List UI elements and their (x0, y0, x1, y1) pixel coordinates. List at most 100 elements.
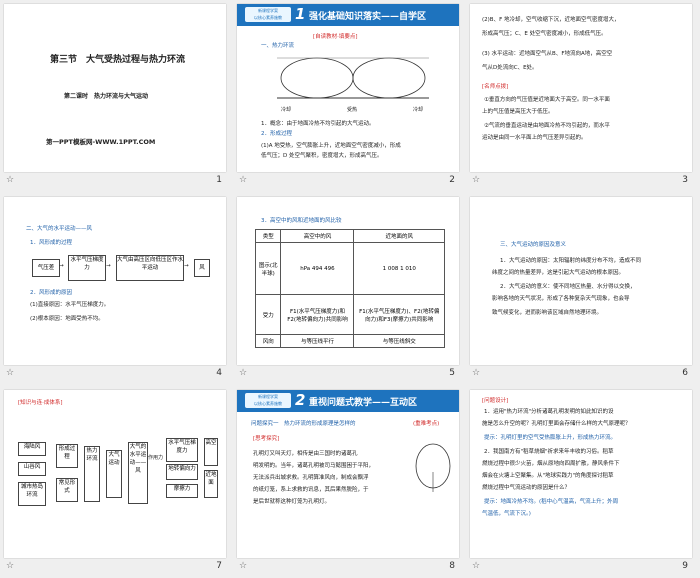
flow-box: 气压差 (32, 259, 60, 277)
section-tag: [知识与连·成体系] (18, 400, 63, 406)
content-line: 孔明灯又叫天灯，相传是由三国时的诸葛孔 (253, 451, 358, 457)
concept-box: 水平气压梯度力 (166, 438, 198, 462)
content-line: 燃烧过程中很少火苗，烟从原地向四周扩散，静风条件下 (482, 461, 620, 467)
content-line: 低气压；D 处空气聚积，密度增大，形成高气压。 (261, 153, 383, 159)
slide-number: 7 (216, 561, 222, 571)
slide-canvas: 新课程学案 以核心素养施教 1 强化基础知识落实——自学区 [自读教材·填要点] … (237, 4, 459, 172)
slide-thumb-6[interactable]: 三、大气运动的原因及意义 1．大气运动的原因：太阳辐射的纬度分布不均，造成不同 … (466, 193, 699, 385)
site-text: 第一PPT模板网-WWW.1PPT.COM (46, 138, 156, 146)
slide-thumb-3[interactable]: (2)B、F 地冷却，空气收缩下沉，近地面空气密度增大， 形成高气压；C、E 处… (466, 0, 699, 192)
heat-circulation-diagram (277, 57, 429, 99)
note-line: ①垂直方向的气压值是近地面大于高空。同一水平面 (484, 97, 610, 103)
table-cell: F1(水平气压梯度力)和F2(地转偏向力)共同影响 (280, 294, 355, 335)
flow-box: 水平气压梯度力 (68, 255, 106, 281)
slide-canvas: 3．高空中的风和近地面的风比较 类型 高空中的风 近地面的风 图示(北半球) h… (237, 197, 459, 365)
banner-number: 1 (295, 5, 306, 23)
hint-line: 气温低，气流下沉。) (482, 511, 531, 517)
concept-box: 地转偏向力 (166, 464, 198, 480)
slide-canvas: (2)B、F 地冷却，空气收缩下沉，近地面空气密度增大， 形成高气压；C、E 处… (470, 4, 692, 172)
content-line: (3) 水平运动：近地面空气从B、F地流向A地，高空空 (482, 51, 613, 57)
sub-heading: 1．风形成的过程 (30, 240, 72, 246)
star-icon[interactable]: ☆ (472, 561, 480, 571)
table-cell: 风向 (254, 334, 282, 348)
content-line: 1．大气运动的原因：太阳辐射的纬度分布不均，造成不同 (500, 258, 642, 264)
concept-box: 城市热岛环流 (18, 482, 46, 506)
slide-canvas: [知识与连·成体系] 海陆风 山谷风 城市热岛环流 形成过程 常见形式 热力环流… (4, 390, 226, 558)
content-line: 1．概念：由于地面冷热不均引起的大气运动。 (261, 121, 375, 127)
star-icon[interactable]: ☆ (6, 175, 14, 185)
table-cell: 与等压线平行 (280, 334, 355, 348)
section-tag: [思考探究] (253, 436, 280, 442)
slide-title: 第三节 大气受热过程与热力环流 (50, 55, 186, 65)
banner-title: 强化基础知识落实——自学区 (309, 12, 427, 22)
concept-box: 热力环流 (84, 446, 100, 502)
content-line: 是后世就称这种灯笼为孔明灯。 (253, 499, 331, 505)
heading: 3．高空中的风和近地面的风比较 (261, 218, 342, 224)
star-icon[interactable]: ☆ (6, 368, 14, 378)
banner-title: 重视问题式教学——互动区 (309, 398, 418, 408)
slide-canvas: 三、大气运动的原因及意义 1．大气运动的原因：太阳辐射的纬度分布不均，造成不同 … (470, 197, 692, 365)
flow-box: 大气由高压区向低压区作水平运动 (116, 255, 184, 281)
section-tag: [问题设计] (482, 398, 509, 404)
slide-number: 4 (216, 368, 222, 378)
hint-line: 提示：地面冷热不均。(稻中心气温高，气流上升；外周 (484, 499, 619, 505)
slide-thumb-8[interactable]: 新课程学案 以核心素养施教 2 重视问题式教学——互动区 问题探究一 热力环流的形… (233, 386, 466, 578)
star-icon[interactable]: ☆ (239, 175, 247, 185)
star-icon[interactable]: ☆ (472, 175, 480, 185)
section-tag: [名师点拨] (482, 84, 509, 90)
table-cell: 1 008 1 010 (353, 242, 445, 295)
concept-box: 海陆风 (18, 442, 46, 456)
content-line: 烟会在火塘上空聚集。从"地球实践力"的角度探讨稻草 (482, 473, 614, 479)
slide-number: 9 (682, 561, 688, 571)
content-line: 施是怎么升空的呢？孔明灯里面会存储什么样的大气原理呢？ (482, 421, 631, 427)
star-icon[interactable]: ☆ (239, 368, 247, 378)
concept-box: 常见形式 (56, 478, 78, 502)
slide-thumb-2[interactable]: 新课程学案 以核心素养施教 1 强化基础知识落实——自学区 [自读教材·填要点] … (233, 0, 466, 192)
star-icon[interactable]: ☆ (6, 561, 14, 571)
concept-box: 山谷风 (18, 462, 46, 476)
arrow-icon: → (184, 263, 189, 269)
note-line: ②气流的垂直运动是由地面冷热不均引起的，而水平 (484, 123, 610, 129)
slide-canvas: 二、大气的水平运动——风 1．风形成的过程 气压差 水平气压梯度力 大气由高压区… (4, 197, 226, 365)
heading: 问题探究一 热力环流的形成原理是怎样的 (251, 421, 356, 427)
slide-canvas: 新课程学案 以核心素养施教 2 重视问题式教学——互动区 问题探究一 热力环流的形… (237, 390, 459, 558)
content-line: 明发明的。当年，诸葛孔明被司马懿围困于平阳， (253, 463, 375, 469)
slide-thumb-1[interactable]: 第三节 大气受热过程与热力环流 第二课时 热力环流与大气运动 第一PPT模板网-… (0, 0, 233, 192)
note-line: 运动是由同一水平面上的气压差异引起的。 (482, 135, 587, 141)
sub-heading: 2．风形成的原因 (30, 290, 72, 296)
content-line: 2．大气运动的意义：使不同地区热量、水分得以交换， (500, 284, 636, 290)
diagram-label: 冷却 (413, 107, 424, 113)
banner-number: 2 (295, 391, 306, 409)
slide-number: 8 (449, 561, 455, 571)
badge: (重难考点) (413, 421, 440, 427)
content-line: 气从D处流向C、E处。 (482, 65, 538, 71)
slide-number: 6 (682, 368, 688, 378)
content-line: 燃烧过程中气流运动的原因是什么？ (482, 485, 571, 491)
slide-thumb-7[interactable]: [知识与连·成体系] 海陆风 山谷风 城市热岛环流 形成过程 常见形式 热力环流… (0, 386, 233, 578)
slide-thumb-4[interactable]: 二、大气的水平运动——风 1．风形成的过程 气压差 水平气压梯度力 大气由高压区… (0, 193, 233, 385)
heading: 三、大气运动的原因及意义 (500, 242, 567, 248)
arrow-icon: → (59, 263, 64, 269)
content-line: (2)B、F 地冷却，空气收缩下沉，近地面空气密度增大， (482, 17, 620, 23)
slide-number: 1 (216, 175, 222, 185)
diagram-label: 冷却 (281, 107, 292, 113)
concept-box: 近地面 (204, 470, 218, 498)
slide-thumb-9[interactable]: [问题设计] 1．运用"热力环流"分析诸葛孔明发明的如此知识的设 施是怎么升空的… (466, 386, 699, 578)
content-line: 纬度之间的热量差异，这是引起大气运动的根本原因。 (492, 270, 625, 276)
note-line: 上的气压值是高压大于低压。 (482, 109, 554, 115)
content-line: (1)直接原因：水平气压梯度力。 (30, 302, 110, 308)
content-line: 无法派兵出城求救。孔明算准风向，制成会飘浮 (253, 475, 369, 481)
slide-thumb-5[interactable]: 3．高空中的风和近地面的风比较 类型 高空中的风 近地面的风 图示(北半球) h… (233, 193, 466, 385)
comparison-table: 类型 高空中的风 近地面的风 图示(北半球) hPa 494 496 1 008… (254, 229, 445, 348)
table-header: 类型 (254, 229, 282, 243)
star-icon[interactable]: ☆ (239, 561, 247, 571)
table-cell: F1(水平气压梯度力)、F2(地转偏向力)和F3(摩擦力)共同影响 (353, 294, 445, 335)
concept-box: 大气运动 (106, 450, 122, 498)
content-line: (1)A 地受热，空气膨胀上升，近地面空气密度减小，形成 (261, 143, 401, 149)
arrow-label: 作用力 (148, 455, 164, 461)
content-line: 致气候变化，进而影响该区域自然地理环境。 (492, 310, 603, 316)
concept-box: 大气的水平运动——风 (128, 442, 148, 504)
slide-number: 2 (449, 175, 455, 185)
star-icon[interactable]: ☆ (472, 368, 480, 378)
concept-box: 高空 (204, 438, 218, 466)
